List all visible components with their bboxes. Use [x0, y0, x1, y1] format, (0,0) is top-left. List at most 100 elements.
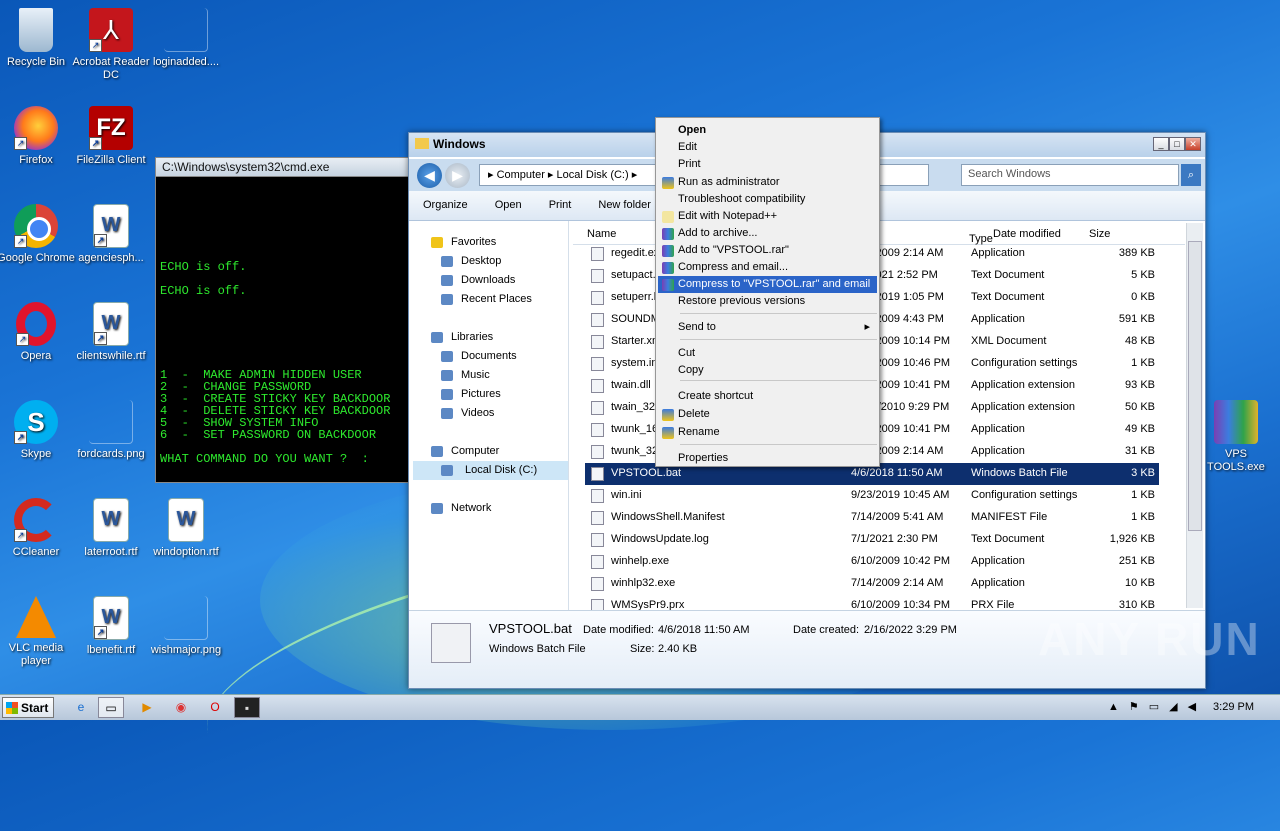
menu-item[interactable]: Create shortcut — [678, 388, 876, 405]
file-icon — [591, 357, 604, 371]
nav-videos[interactable]: Videos — [409, 404, 568, 423]
desktop-icon-vlc[interactable]: VLC media player — [0, 596, 75, 668]
opera-taskbar-icon[interactable]: O — [202, 697, 228, 718]
desktop-icon-recycle-bin[interactable]: Recycle Bin — [0, 8, 75, 69]
window-title: Windows — [433, 137, 486, 151]
context-menu: Open Edit Print Run as administrator Trouble… — [655, 117, 880, 467]
file-row[interactable]: winhlp32.exe 7/14/2009 2:14 AM Application… — [585, 573, 1159, 595]
close-button[interactable]: ✕ — [1185, 137, 1201, 151]
nav-local-disk[interactable]: Local Disk (C:) — [413, 461, 568, 480]
desktop-icon-lbenefit[interactable]: W ↗ lbenefit.rtf — [72, 596, 150, 657]
cmd-output: ECHO is off. ECHO is off. 1 - MAKE ADMIN… — [156, 177, 412, 465]
nav-downloads[interactable]: Downloads — [409, 271, 568, 290]
nav-recent-places[interactable]: Recent Places — [409, 290, 568, 309]
cmd-title: C:\Windows\system32\cmd.exe — [162, 160, 330, 174]
file-name: win.ini — [611, 489, 642, 501]
desktop-icon-clientswhile[interactable]: W ↗ clientswhile.rtf — [72, 302, 150, 363]
menu-item[interactable]: Send to ▸ — [678, 319, 876, 336]
file-name: VPSTOOL.bat — [611, 467, 682, 479]
nav-network[interactable]: Network — [409, 499, 568, 518]
ie-icon[interactable]: e — [68, 697, 94, 718]
menu-item[interactable]: Edit with Notepad++ — [678, 208, 876, 225]
file-icon — [591, 489, 604, 503]
menu-item[interactable]: Troubleshoot compatibility — [678, 191, 876, 208]
menu-item[interactable]: Open — [678, 122, 876, 139]
desktop-icon-vps-tools[interactable]: VPS TOOLS.exe — [1197, 400, 1275, 474]
search-input[interactable]: Search Windows — [961, 164, 1179, 186]
cmd-titlebar[interactable]: C:\Windows\system32\cmd.exe — [156, 158, 412, 177]
start-button[interactable]: Start — [2, 697, 54, 718]
desktop-icon-laterroot[interactable]: Wlaterroot.rtf — [72, 498, 150, 559]
menu-item[interactable]: Restore previous versions — [678, 293, 876, 310]
menu-item[interactable]: Add to "VPSTOOL.rar" — [678, 242, 876, 259]
menu-item[interactable]: Cut — [678, 345, 876, 362]
file-row[interactable]: win.ini 9/23/2019 10:45 AM Configuration s… — [585, 485, 1159, 507]
minimize-button[interactable]: _ — [1153, 137, 1169, 151]
back-button[interactable]: ◀ — [417, 163, 442, 188]
nav-computer[interactable]: Computer — [409, 442, 568, 461]
organize-button[interactable]: Organize — [423, 199, 468, 211]
cmd-taskbar-icon[interactable]: ▪ — [234, 697, 260, 718]
nav-favorites[interactable]: Favorites — [409, 233, 568, 252]
forward-button[interactable]: ▶ — [445, 163, 470, 188]
desktop-icon-agencies[interactable]: W ↗ agenciesph... — [72, 204, 150, 265]
file-row[interactable]: WindowsUpdate.log 7/1/2021 2:30 PM Text Do… — [585, 529, 1159, 551]
nav-pictures[interactable]: Pictures — [409, 385, 568, 404]
file-name: winhlp32.exe — [611, 577, 676, 589]
desktop-icon-fordcards[interactable]: fordcards.png — [72, 400, 150, 461]
file-name: twain.dll — [611, 379, 651, 391]
shield-icon — [662, 409, 674, 421]
column-size[interactable]: Size — [1089, 228, 1110, 240]
file-row[interactable]: WindowsShell.Manifest 7/14/2009 5:41 AM MA… — [585, 507, 1159, 529]
cmd-window[interactable]: C:\Windows\system32\cmd.exe ECHO is off.… — [155, 157, 413, 483]
tray-icons[interactable]: ▲⚑▭◢◀ — [1108, 700, 1206, 713]
file-date: 7/14/2009 2:14 AM — [851, 577, 944, 589]
nav-desktop[interactable]: Desktop — [409, 252, 568, 271]
file-name: winhelp.exe — [611, 555, 670, 567]
menu-item[interactable]: Rename — [678, 424, 876, 441]
clock[interactable]: 3:29 PM — [1213, 701, 1254, 713]
desktop-icon-acrobat[interactable]: ⅄ ↗ Acrobat Reader DC — [72, 8, 150, 82]
explorer-taskbar-icon[interactable]: ▭ — [98, 697, 124, 718]
file-row[interactable]: winhelp.exe 6/10/2009 10:42 PM Application… — [585, 551, 1159, 573]
desktop-icon-skype[interactable]: S ↗ Skype — [0, 400, 75, 461]
open-button[interactable]: Open — [495, 199, 522, 211]
scrollbar-thumb[interactable] — [1188, 241, 1202, 531]
winrar-icon — [1214, 400, 1258, 444]
menu-item[interactable]: Delete — [678, 406, 876, 423]
new-folder-button[interactable]: New folder — [598, 199, 651, 211]
maximize-button[interactable]: □ — [1169, 137, 1185, 151]
chrome-taskbar-icon[interactable]: ◉ — [168, 697, 194, 718]
desktop-icon-filezilla[interactable]: FZ ↗ FileZilla Client — [72, 106, 150, 167]
vertical-scrollbar[interactable] — [1186, 223, 1203, 608]
desktop-icon-windoption[interactable]: Wwindoption.rtf — [147, 498, 225, 559]
nav-libraries[interactable]: Libraries — [409, 328, 568, 347]
menu-item[interactable]: Copy — [678, 362, 876, 379]
shield-icon — [662, 427, 674, 439]
desktop-icon-chrome[interactable]: ↗ Google Chrome — [0, 204, 75, 265]
desktop-icon-opera[interactable]: ↗ Opera — [0, 302, 75, 363]
desktop-icon-ccleaner[interactable]: ↗ CCleaner — [0, 498, 75, 559]
desktop-icon-wishmajor[interactable]: wishmajor.png — [147, 596, 225, 657]
media-player-icon[interactable]: ▶ — [134, 697, 160, 718]
desktop-icon-loginadded[interactable]: loginadded.... — [147, 8, 225, 69]
nav-documents[interactable]: Documents — [409, 347, 568, 366]
menu-item[interactable]: Properties — [678, 450, 876, 467]
menu-item[interactable]: Add to archive... — [678, 225, 876, 242]
menu-item[interactable]: Print — [678, 156, 876, 173]
file-icon — [164, 8, 208, 52]
column-name[interactable]: Name — [587, 228, 616, 240]
desktop-icon-firefox[interactable]: ↗ Firefox — [0, 106, 75, 167]
menu-item[interactable]: Compress to "VPSTOOL.rar" and email — [658, 276, 877, 293]
file-icon — [591, 445, 604, 459]
column-date-modified[interactable]: Date modified — [993, 228, 1061, 240]
menu-item[interactable]: Compress and email... — [678, 259, 876, 276]
ccleaner-icon: ↗ — [14, 498, 58, 542]
file-type: Text Document — [971, 533, 1045, 545]
menu-item[interactable]: Edit — [678, 139, 876, 156]
nav-music[interactable]: Music — [409, 366, 568, 385]
print-button[interactable]: Print — [549, 199, 572, 211]
details-modified: 4/6/2018 11:50 AM — [658, 624, 750, 636]
search-icon[interactable]: ⌕ — [1181, 164, 1201, 186]
menu-item[interactable]: Run as administrator — [678, 174, 876, 191]
